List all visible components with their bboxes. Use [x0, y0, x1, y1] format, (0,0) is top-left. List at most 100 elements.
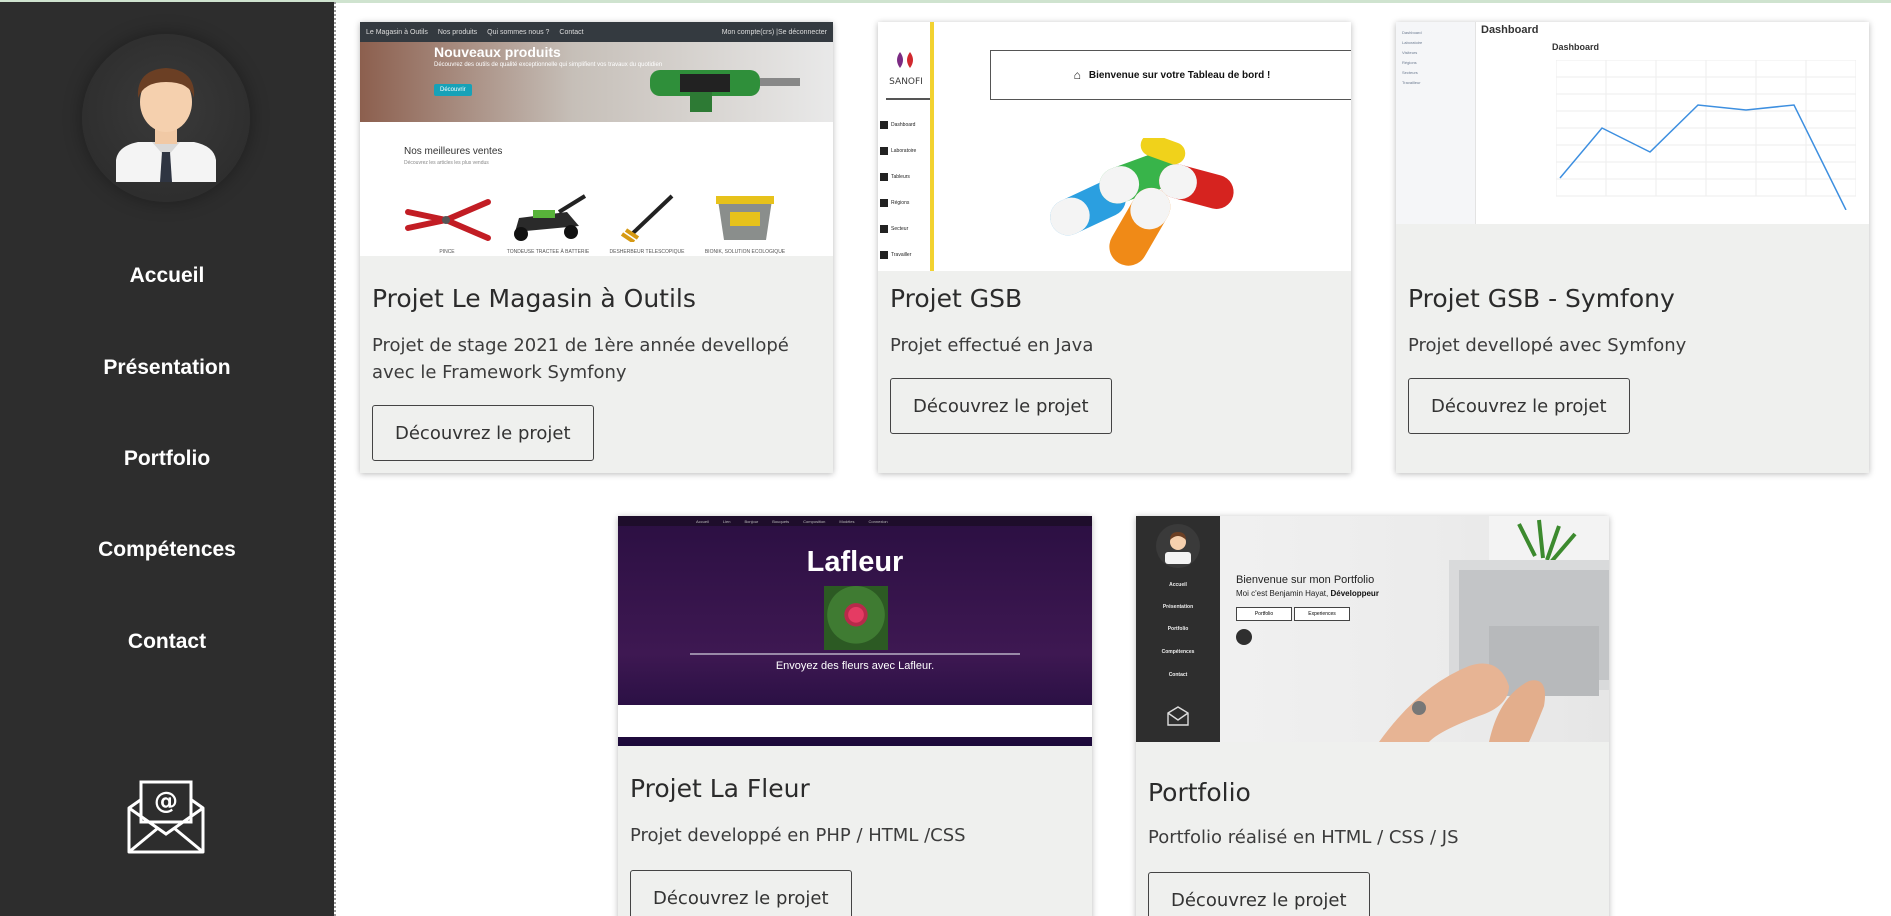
thumb-separator [886, 98, 930, 100]
thumb-menu-item: Contact [559, 28, 584, 36]
nav-competences[interactable]: Compétences [0, 538, 334, 562]
project-card-lafleur: Accueil Lien Bonjour Bouquets Compositio… [618, 516, 1092, 916]
project-description: Projet effectué en Java [890, 335, 1094, 356]
thumb-sidebar: Dashboard Laboratoire Visiteurs Régions … [1396, 22, 1476, 224]
thumb-sidebar: SANOFI Dashboard Laboratoire Tableurs Ré… [878, 22, 934, 271]
thumb-menu-item: Dashboard [880, 121, 915, 129]
thumb-menu-item: Visiteurs [1402, 50, 1418, 55]
thumb-menu-label: Régions [891, 200, 910, 206]
thumb-menu-item: Tableurs [880, 173, 910, 181]
weeder-icon [620, 194, 674, 244]
thumb-menu-label: Travailler [891, 252, 912, 258]
thumb-brand: Le Magasin à Outils [366, 28, 428, 36]
sanofi-logo-icon: SANOFI [889, 52, 923, 87]
thumb-menu-item: Régions [1402, 60, 1417, 65]
thumb-footer [618, 705, 1092, 737]
thumb-menu-item: Portfolio [1167, 626, 1189, 632]
sidebar-divider [334, 2, 336, 916]
nav-presentation[interactable]: Présentation [0, 356, 334, 380]
thumb-menu-label: Laboratoire [891, 148, 917, 154]
avatar [82, 34, 250, 202]
mail-icon[interactable]: @ [126, 778, 206, 856]
project-title: Portfolio [1148, 778, 1251, 807]
project-description: Portfolio réalisé en HTML / CSS / JS [1148, 827, 1459, 848]
rose-image [824, 586, 888, 650]
project-title: Projet La Fleur [630, 774, 810, 803]
project-card-portfolio: Accueil Présentation Portfolio Compétenc… [1136, 516, 1609, 916]
nav-contact[interactable]: Contact [0, 630, 334, 654]
project-thumbnail: Dashboard Laboratoire Visiteurs Régions … [1396, 22, 1869, 224]
project-title: Projet Le Magasin à Outils [372, 284, 696, 313]
project-thumbnail: Le Magasin à Outils Nos produits Qui som… [360, 22, 833, 256]
thumb-menu-item: Modèles [839, 518, 855, 524]
project-card-magasin: Le Magasin à Outils Nos produits Qui som… [360, 22, 833, 473]
pills-icon [1050, 138, 1234, 266]
laptop-hands-image [1379, 516, 1609, 742]
project-description: Projet devellopé avec Symfony [1408, 335, 1687, 356]
thumb-section-subtitle: Découvrez les articles les plus vendus [404, 160, 489, 166]
project-card-gsb-symfony: Dashboard Laboratoire Visiteurs Régions … [1396, 22, 1869, 473]
thumb-hero-subtitle: Découvrez des outils de qualité exceptio… [434, 62, 663, 68]
thumb-menu-item: Présentation [1162, 604, 1194, 610]
project-card-gsb: SANOFI Dashboard Laboratoire Tableurs Ré… [878, 22, 1351, 473]
thumb-avatar-icon [1156, 524, 1200, 568]
thumb-product-label: PINCE [439, 249, 455, 255]
thumb-intro-text: Moi c'est Benjamin Hayat, [1236, 589, 1329, 598]
home-icon: ⌂ [1073, 68, 1081, 82]
thumb-menu-item: Composition [803, 518, 826, 524]
project-title: Projet GSB [890, 284, 1023, 313]
thumb-menu-label: Dashboard [891, 122, 916, 128]
thumb-menu-item: Secteur [880, 225, 908, 233]
project-thumbnail: SANOFI Dashboard Laboratoire Tableurs Ré… [878, 22, 1351, 271]
discover-project-button[interactable]: Découvrez le projet [630, 870, 852, 916]
thumb-product-label: BIONIK, SOLUTION ECOLOGIQUE [704, 249, 786, 255]
thumb-menu-label: Tableurs [891, 174, 910, 180]
thumb-menu-item: Qui sommes nous ? [487, 28, 550, 36]
thumb-menu-item: Contact [1168, 672, 1188, 678]
thumb-title: Lafleur [806, 546, 904, 578]
thumb-account: Mon compte(crs) |Se déconnecter [721, 28, 827, 36]
project-thumbnail: Accueil Présentation Portfolio Compétenc… [1136, 516, 1609, 742]
thumb-menu-label: Secteur [891, 226, 909, 232]
project-thumbnail: Accueil Lien Bonjour Bouquets Compositio… [618, 516, 1092, 746]
sidebar: Accueil Présentation Portfolio Compétenc… [0, 2, 334, 916]
thumb-menu-item: Accueil [696, 518, 709, 524]
thumb-section-title: Nos meilleures ventes [404, 146, 503, 157]
thumb-menu-item: Lien [722, 518, 731, 524]
nav-portfolio[interactable]: Portfolio [0, 447, 334, 471]
thumb-scroll-icon [1236, 629, 1252, 645]
drill-icon [650, 70, 800, 112]
thumb-menu-item: Compétences [1161, 649, 1195, 655]
thumb-menu-item: Dashboard [1402, 30, 1422, 35]
discover-project-button[interactable]: Découvrez le projet [1148, 872, 1370, 916]
thumb-line-chart [1556, 60, 1856, 210]
thumb-product: TONDEUSE TRACTEE À BATTERIE [503, 194, 593, 255]
thumb-sidebar: Accueil Présentation Portfolio Compétenc… [1136, 516, 1220, 742]
bucket-icon [716, 196, 774, 240]
thumb-menu-item: Connexion [868, 518, 888, 524]
thumb-button: Portfolio [1236, 607, 1292, 621]
svg-text:@: @ [154, 787, 178, 815]
thumb-banner-text: Bienvenue sur votre Tableau de bord ! [1088, 69, 1271, 81]
thumb-hero-button: Découvrir [434, 84, 472, 96]
thumb-menu-item: Secteurs [1402, 70, 1418, 75]
thumb-menu-item: Bonjour [744, 518, 759, 524]
thumb-logo-text: SANOFI [889, 77, 923, 87]
thumb-banner: ⌂ Bienvenue sur votre Tableau de bord ! [990, 50, 1351, 100]
thumb-navbar: Accueil Lien Bonjour Bouquets Compositio… [618, 516, 1092, 526]
discover-project-button[interactable]: Découvrez le projet [1408, 378, 1630, 434]
nav-accueil[interactable]: Accueil [0, 264, 334, 288]
thumb-menu-item: Régions [880, 199, 909, 207]
thumb-product-label: TONDEUSE TRACTEE À BATTERIE [506, 249, 590, 255]
thumb-menu-item: Laboratoire [880, 147, 916, 155]
thumb-chart-title: Dashboard [1552, 42, 1600, 52]
pliers-icon [405, 199, 491, 241]
discover-project-button[interactable]: Découvrez le projet [890, 378, 1112, 434]
thumb-menu-item: Travailler [880, 251, 911, 259]
project-description: Projet de stage 2021 de 1ère année devel… [372, 335, 789, 383]
thumb-tagline: Envoyez des fleurs avec Lafleur. [775, 660, 935, 672]
lawnmower-icon [514, 194, 587, 241]
discover-project-button[interactable]: Découvrez le projet [372, 405, 594, 461]
thumb-product-label: DESHERBEUR TELESCOPIQUE [609, 249, 685, 255]
thumb-menu-item: Nos produits [437, 28, 478, 36]
